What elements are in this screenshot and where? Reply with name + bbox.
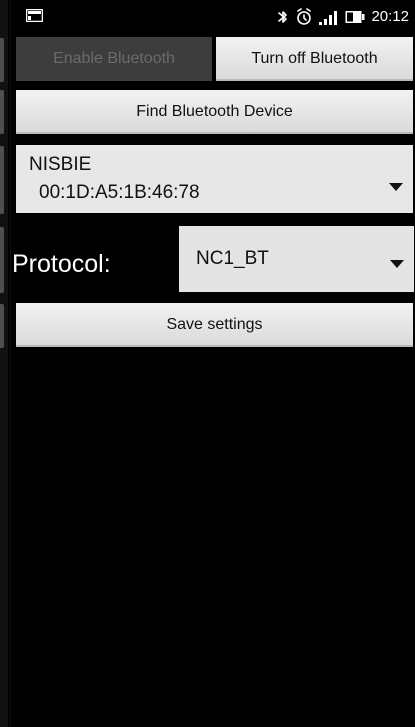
enable-bluetooth-button[interactable]: Enable Bluetooth bbox=[16, 37, 212, 81]
protocol-select[interactable]: NC1_BT bbox=[179, 226, 414, 292]
battery-icon bbox=[345, 10, 365, 24]
background-app-fragment bbox=[0, 38, 4, 82]
status-right-group: 20:12 bbox=[277, 7, 409, 27]
status-bar: 20:12 bbox=[11, 0, 415, 34]
status-left-group bbox=[26, 9, 43, 27]
status-time: 20:12 bbox=[371, 8, 409, 25]
dropdown-arrow-icon bbox=[390, 255, 404, 273]
device-name: NISBIE bbox=[29, 154, 92, 175]
dropdown-arrow-icon bbox=[389, 178, 403, 196]
device-select[interactable]: NISBIE 00:1D:A5:1B:46:78 bbox=[16, 145, 413, 213]
background-app-edge bbox=[0, 0, 8, 727]
app-stage: 20:12 Enable Bluetooth Turn off Bluetoot… bbox=[0, 0, 415, 727]
phone-screen: 20:12 Enable Bluetooth Turn off Bluetoot… bbox=[10, 0, 415, 727]
device-address: 00:1D:A5:1B:46:78 bbox=[39, 182, 200, 203]
background-app-fragment bbox=[0, 304, 4, 348]
protocol-label: Protocol: bbox=[12, 250, 111, 278]
protocol-value: NC1_BT bbox=[196, 248, 269, 269]
save-settings-button[interactable]: Save settings bbox=[16, 303, 413, 347]
alarm-icon bbox=[295, 8, 313, 26]
background-app-fragment bbox=[0, 227, 4, 293]
background-app-fragment bbox=[0, 90, 4, 134]
find-bluetooth-device-button[interactable]: Find Bluetooth Device bbox=[16, 90, 413, 134]
background-app-fragment bbox=[0, 146, 4, 214]
signal-icon bbox=[319, 9, 339, 25]
turn-off-bluetooth-button[interactable]: Turn off Bluetooth bbox=[216, 37, 413, 81]
bluetooth-icon bbox=[277, 8, 289, 26]
notification-image-icon bbox=[26, 9, 43, 22]
